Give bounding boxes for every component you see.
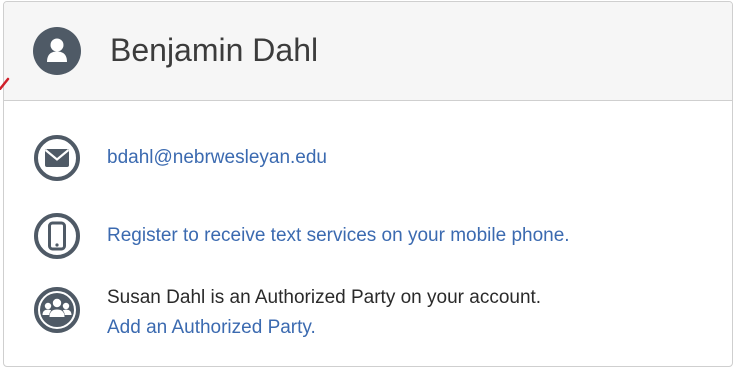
- red-annotation-mark: [0, 77, 10, 90]
- user-avatar-icon: [33, 27, 81, 75]
- email-row: bdahl@nebrwesleyan.edu: [4, 134, 732, 182]
- add-authorized-party-link[interactable]: Add an Authorized Party.: [107, 313, 316, 343]
- mobile-phone-icon: [33, 212, 81, 260]
- authorized-party-text: Susan Dahl is an Authorized Party on you…: [107, 287, 542, 308]
- profile-name: Benjamin Dahl: [110, 32, 319, 68]
- profile-card: Benjamin Dahl bdahl@nebrwesleyan.edu Reg…: [3, 1, 733, 367]
- envelope-icon: [33, 134, 81, 182]
- email-link[interactable]: bdahl@nebrwesleyan.edu: [107, 143, 327, 173]
- profile-header: Benjamin Dahl: [4, 2, 732, 101]
- authorized-party-row: Susan Dahl is an Authorized Party on you…: [4, 286, 732, 350]
- text-services-row: Register to receive text services on you…: [4, 212, 732, 260]
- register-text-services-link[interactable]: Register to receive text services on you…: [107, 221, 570, 251]
- group-users-icon: [33, 286, 81, 334]
